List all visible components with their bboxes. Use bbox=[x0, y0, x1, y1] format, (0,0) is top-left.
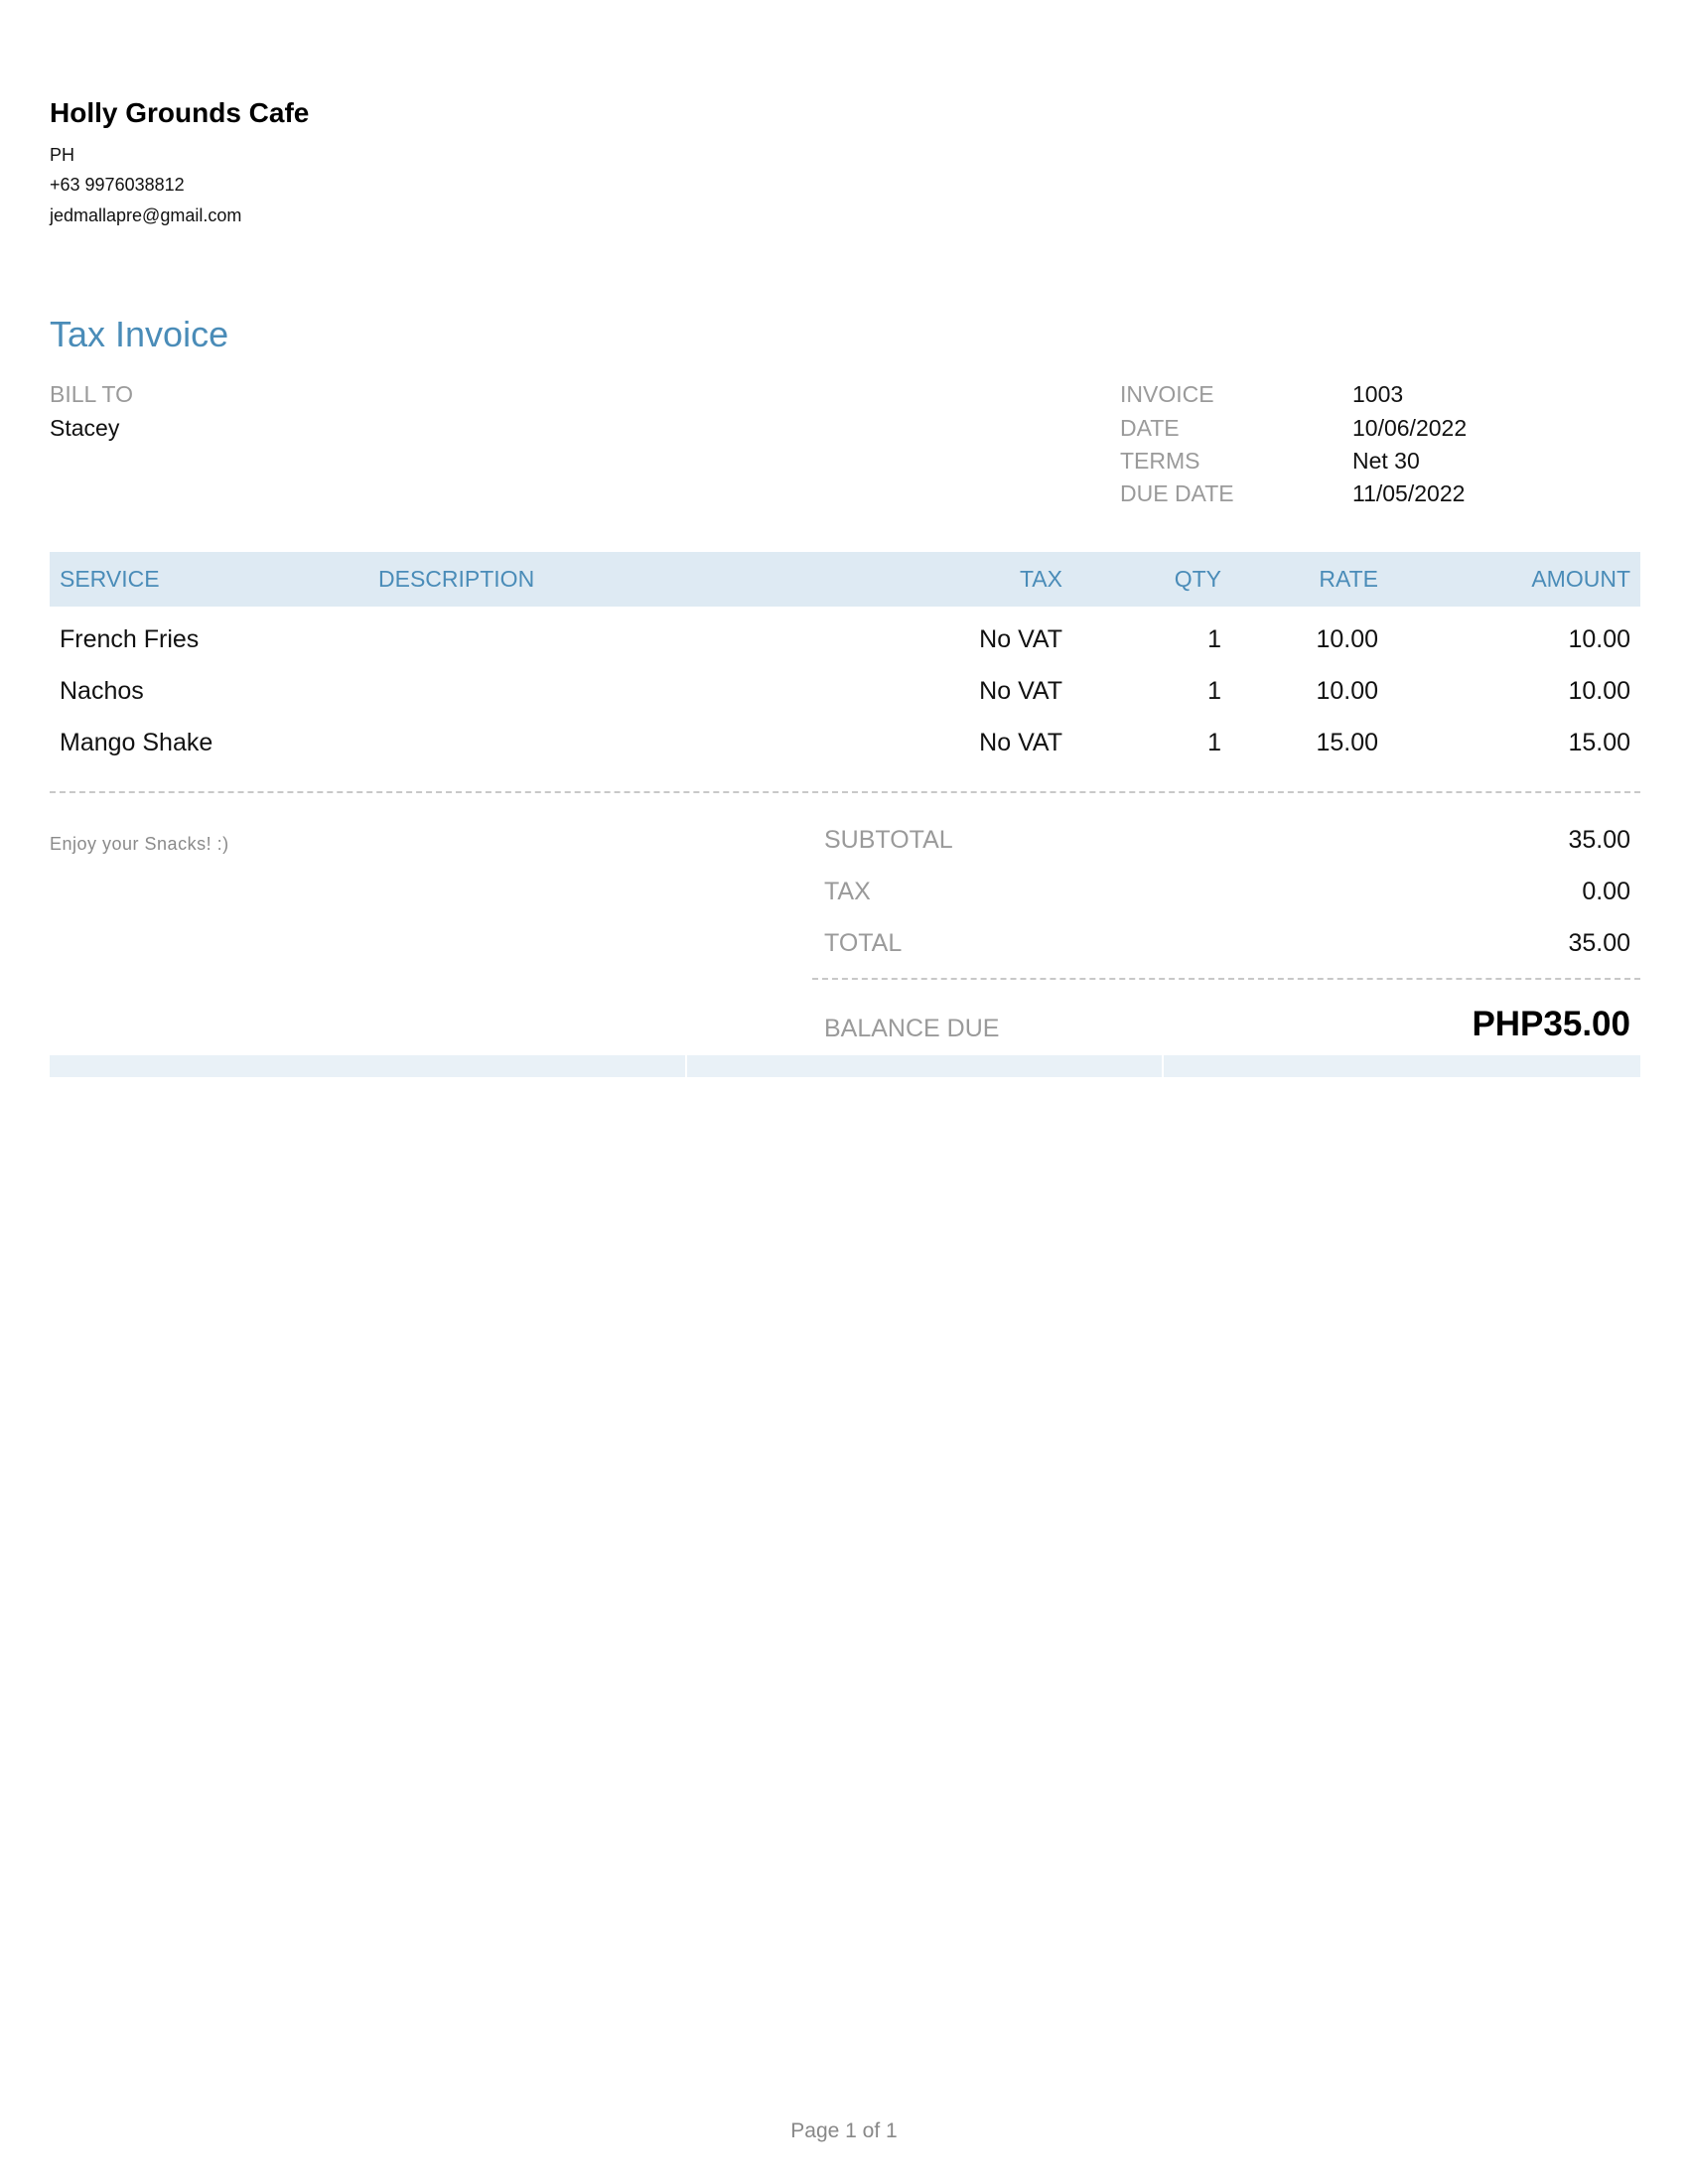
invoice-date-label: DATE bbox=[1120, 415, 1180, 441]
company-name: Holly Grounds Cafe bbox=[50, 97, 310, 128]
row-amount: 10.00 bbox=[1568, 625, 1630, 653]
row-tax: No VAT bbox=[979, 729, 1062, 756]
row-amount: 15.00 bbox=[1568, 729, 1630, 756]
invoice-number-label: INVOICE bbox=[1120, 381, 1214, 407]
invoice-number-value: 1003 bbox=[1352, 381, 1404, 407]
balance-due-label: BALANCE DUE bbox=[824, 1015, 1000, 1042]
tax-total-label: TAX bbox=[824, 878, 871, 905]
total-label: TOTAL bbox=[824, 929, 903, 957]
table-row: French Fries No VAT 1 10.00 10.00 bbox=[50, 625, 1640, 665]
invoice-date-value: 10/06/2022 bbox=[1352, 415, 1468, 441]
header-service: SERVICE bbox=[60, 566, 160, 592]
row-rate: 10.00 bbox=[1316, 625, 1378, 653]
bill-to-label: BILL TO bbox=[50, 381, 133, 407]
company-country: PH bbox=[50, 145, 75, 165]
row-rate: 10.00 bbox=[1316, 677, 1378, 705]
subtotal-label: SUBTOTAL bbox=[824, 826, 953, 854]
balance-due-amount: PHP35.00 bbox=[1472, 1005, 1630, 1043]
tax-total-value: 0.00 bbox=[1582, 878, 1630, 905]
header-qty: QTY bbox=[1174, 566, 1221, 592]
page-number: Page 1 of 1 bbox=[790, 2119, 898, 2142]
line-items-header: SERVICE DESCRIPTION TAX QTY RATE AMOUNT bbox=[50, 552, 1640, 607]
header-description: DESCRIPTION bbox=[378, 566, 535, 592]
due-date-value: 11/05/2022 bbox=[1352, 480, 1466, 506]
terms-value: Net 30 bbox=[1352, 448, 1420, 474]
company-phone: +63 9976038812 bbox=[50, 175, 185, 195]
header-rate: RATE bbox=[1319, 566, 1378, 592]
row-service: Mango Shake bbox=[60, 729, 213, 756]
table-row: Nachos No VAT 1 10.00 10.00 bbox=[50, 677, 1640, 717]
footer-band-divider bbox=[685, 1055, 687, 1077]
row-tax: No VAT bbox=[979, 625, 1062, 653]
row-qty: 1 bbox=[1207, 625, 1221, 653]
row-amount: 10.00 bbox=[1568, 677, 1630, 705]
row-service: Nachos bbox=[60, 677, 144, 705]
header-tax: TAX bbox=[1019, 566, 1062, 592]
footer-band-divider bbox=[1162, 1055, 1164, 1077]
row-service: French Fries bbox=[60, 625, 200, 653]
subtotal-value: 35.00 bbox=[1568, 826, 1630, 854]
terms-label: TERMS bbox=[1120, 448, 1200, 474]
company-email: jedmallapre@gmail.com bbox=[50, 205, 242, 225]
bill-to-name: Stacey bbox=[50, 415, 120, 441]
summary-divider bbox=[812, 978, 1640, 980]
row-rate: 15.00 bbox=[1316, 729, 1378, 756]
row-tax: No VAT bbox=[979, 677, 1062, 705]
total-value: 35.00 bbox=[1568, 929, 1630, 957]
invoice-note: Enjoy your Snacks! :) bbox=[50, 834, 229, 854]
header-amount: AMOUNT bbox=[1531, 566, 1630, 592]
invoice-title: Tax Invoice bbox=[50, 314, 229, 354]
table-divider bbox=[50, 791, 1640, 793]
due-date-label: DUE DATE bbox=[1120, 480, 1234, 506]
row-qty: 1 bbox=[1207, 729, 1221, 756]
row-qty: 1 bbox=[1207, 677, 1221, 705]
table-row: Mango Shake No VAT 1 15.00 15.00 bbox=[50, 729, 1640, 768]
summary-footer-band bbox=[50, 1055, 1640, 1077]
